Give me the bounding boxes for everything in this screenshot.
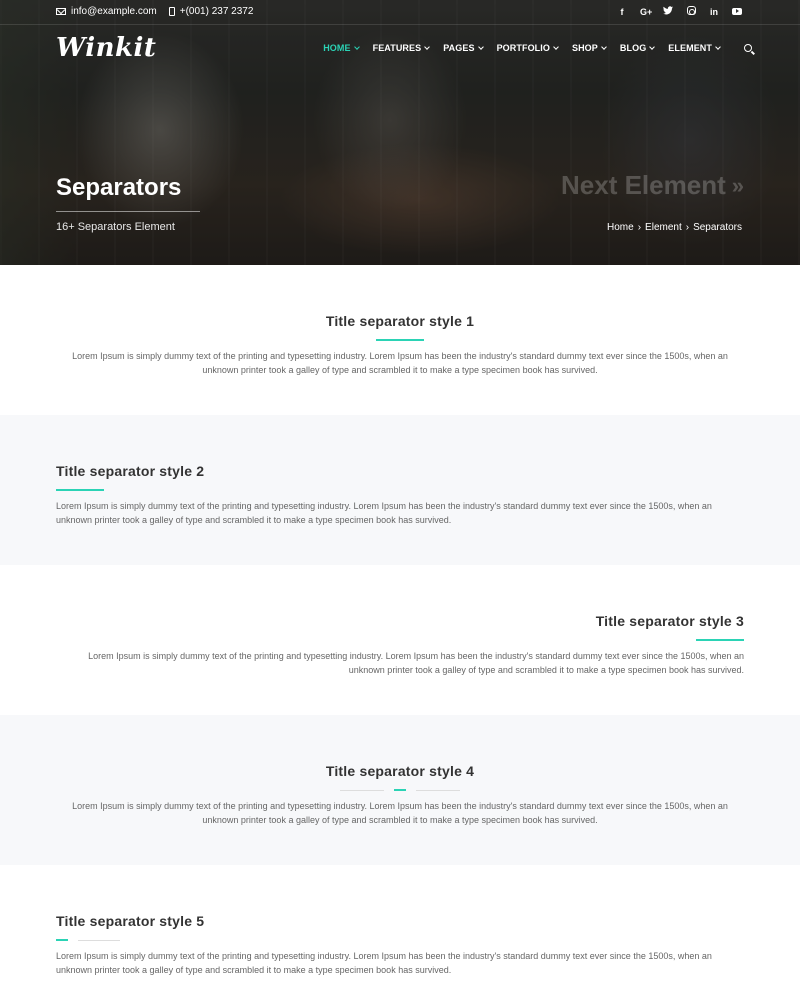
separator-line-left <box>340 789 384 791</box>
main-navbar: Winkit HOME FEATURES PAGES PORTFOLIO SHO… <box>0 24 800 74</box>
phone-icon <box>168 7 175 16</box>
email-text[interactable]: info@example.com <box>71 6 157 17</box>
phone-link[interactable]: +(001) 237 2372 <box>168 6 254 17</box>
breadcrumb-home[interactable]: Home <box>607 222 634 233</box>
chevron-down-icon <box>715 43 721 50</box>
section-title: Title separator style 3 <box>595 613 744 629</box>
breadcrumb-chevron-icon: › <box>685 222 690 233</box>
page-title: Separators <box>56 174 182 201</box>
separator-section-style-1: Title separator style 1 Lorem Ipsum is s… <box>0 265 800 415</box>
page-header-hero: info@example.com +(001) 237 2372 f G+ in… <box>0 0 800 265</box>
email-link[interactable]: info@example.com <box>56 6 157 17</box>
social-links: f G+ in <box>617 6 742 18</box>
nav-item-blog[interactable]: BLOG <box>619 43 656 53</box>
nav-item-pages[interactable]: PAGES <box>443 43 484 53</box>
section-title: Title separator style 5 <box>56 913 205 929</box>
breadcrumb-element[interactable]: Element <box>645 222 682 233</box>
separator-line-right <box>416 789 460 791</box>
section-text: Lorem Ipsum is simply dummy text of the … <box>56 501 712 525</box>
site-logo[interactable]: Winkit <box>56 33 156 63</box>
nav-item-features[interactable]: FEATURES <box>372 43 431 53</box>
phone-text[interactable]: +(001) 237 2372 <box>180 6 254 17</box>
section-text: Lorem Ipsum is simply dummy text of the … <box>88 651 744 675</box>
separator-section-style-3: Title separator style 3 Lorem Ipsum is s… <box>0 565 800 715</box>
nav-item-label: PORTFOLIO <box>496 43 550 53</box>
mail-icon <box>56 8 66 15</box>
section-title: Title separator style 2 <box>56 463 205 479</box>
nav-item-label: ELEMENT <box>668 43 712 53</box>
instagram-icon[interactable] <box>686 6 696 18</box>
breadcrumb: Home › Element › Separators <box>607 222 742 233</box>
next-element-link[interactable]: Next Element » <box>561 170 744 201</box>
separator-section-style-2: Title separator style 2 Lorem Ipsum is s… <box>0 415 800 565</box>
nav-item-label: FEATURES <box>372 43 422 53</box>
chevron-down-icon <box>649 43 656 50</box>
nav-item-label: BLOG <box>619 43 647 53</box>
title-separator <box>340 789 460 791</box>
nav-item-label: HOME <box>323 43 351 53</box>
title-separator <box>56 489 104 491</box>
section-text: Lorem Ipsum is simply dummy text of the … <box>72 801 728 825</box>
separator-section-style-5: Title separator style 5 Lorem Ipsum is s… <box>0 865 800 1000</box>
nav-item-home[interactable]: HOME <box>323 43 360 53</box>
chevron-down-icon <box>601 43 607 50</box>
youtube-icon[interactable] <box>732 7 742 18</box>
separator-section-style-4: Title separator style 4 Lorem Ipsum is s… <box>0 715 800 865</box>
contact-info: info@example.com +(001) 237 2372 <box>56 6 253 17</box>
nav-item-element[interactable]: ELEMENT <box>668 43 721 53</box>
nav-item-label: PAGES <box>443 43 475 53</box>
title-separator <box>376 339 424 341</box>
title-separator <box>56 939 120 941</box>
section-text: Lorem Ipsum is simply dummy text of the … <box>72 351 728 375</box>
title-underline <box>56 211 200 212</box>
chevron-down-icon <box>477 43 484 50</box>
title-separator <box>696 639 744 641</box>
next-element-label: Next Element <box>561 170 726 200</box>
separator-accent <box>394 789 406 791</box>
section-title: Title separator style 4 <box>325 763 475 779</box>
top-bar: info@example.com +(001) 237 2372 f G+ in <box>0 0 800 24</box>
nav-item-label: SHOP <box>571 43 598 53</box>
separator-accent <box>56 939 68 941</box>
double-chevron-right-icon: » <box>731 172 744 198</box>
breadcrumb-current: Separators <box>693 222 742 233</box>
section-text: Lorem Ipsum is simply dummy text of the … <box>56 951 712 975</box>
twitter-icon[interactable] <box>663 6 673 18</box>
breadcrumb-chevron-icon: › <box>637 222 642 233</box>
section-title: Title separator style 1 <box>325 313 475 329</box>
chevron-down-icon <box>424 43 431 50</box>
google-plus-icon[interactable]: G+ <box>640 7 652 18</box>
linkedin-icon[interactable]: in <box>709 7 719 18</box>
chevron-down-icon <box>553 43 559 50</box>
page-subtitle: 16+ Separators Element <box>56 221 175 233</box>
nav-item-portfolio[interactable]: PORTFOLIO <box>496 43 559 53</box>
separator-line <box>78 939 120 941</box>
nav-item-shop[interactable]: SHOP <box>571 43 607 53</box>
search-icon[interactable] <box>744 44 752 52</box>
main-menu: HOME FEATURES PAGES PORTFOLIO SHOP BLOG … <box>323 43 752 53</box>
chevron-down-icon <box>353 43 360 50</box>
facebook-icon[interactable]: f <box>617 7 627 18</box>
